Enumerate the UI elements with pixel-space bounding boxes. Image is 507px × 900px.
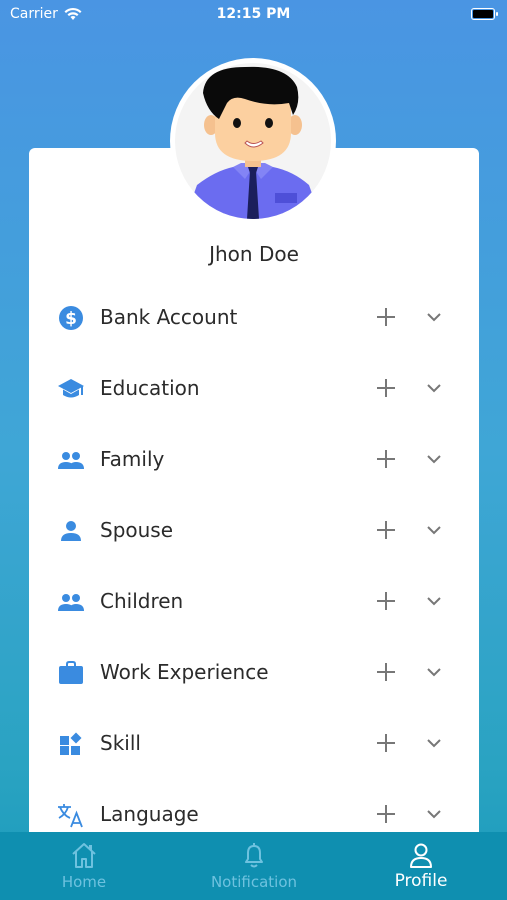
profile-name: Jhon Doe xyxy=(209,242,299,266)
section-label: Bank Account xyxy=(100,305,238,329)
section-row-children[interactable]: Children xyxy=(29,565,479,636)
tab-label: Notification xyxy=(210,873,298,891)
bottom-tab-bar: Home Notification Profile xyxy=(0,832,507,900)
profile-section-list: $ Bank Account Education Family Spouse C… xyxy=(29,281,479,838)
section-label: Family xyxy=(100,447,165,471)
profile-card: Jhon Doe $ Bank Account Education Family xyxy=(29,148,479,838)
people-icon xyxy=(57,588,85,616)
tab-label: Home xyxy=(61,873,107,891)
plus-icon[interactable] xyxy=(375,448,397,470)
plus-icon[interactable] xyxy=(375,519,397,541)
plus-icon[interactable] xyxy=(375,661,397,683)
section-row-education[interactable]: Education xyxy=(29,352,479,423)
tab-home[interactable]: Home xyxy=(34,832,134,900)
chevron-down-icon[interactable] xyxy=(425,379,443,397)
section-label: Work Experience xyxy=(100,660,269,684)
chevron-down-icon[interactable] xyxy=(425,734,443,752)
section-label: Children xyxy=(100,589,184,613)
section-row-skill[interactable]: Skill xyxy=(29,707,479,778)
section-row-family[interactable]: Family xyxy=(29,423,479,494)
section-row-spouse[interactable]: Spouse xyxy=(29,494,479,565)
chevron-down-icon[interactable] xyxy=(425,521,443,539)
section-label: Language xyxy=(100,802,199,826)
status-bar: Carrier 12:15 PM xyxy=(0,0,507,30)
translate-icon xyxy=(57,801,85,829)
chevron-down-icon[interactable] xyxy=(425,663,443,681)
chevron-down-icon[interactable] xyxy=(425,450,443,468)
tab-profile[interactable]: Profile xyxy=(376,832,466,900)
avatar[interactable] xyxy=(170,58,336,224)
chevron-down-icon[interactable] xyxy=(425,805,443,823)
briefcase-icon xyxy=(57,659,85,687)
person-icon xyxy=(57,517,85,545)
section-label: Skill xyxy=(100,731,141,755)
section-label: Education xyxy=(100,376,200,400)
section-label: Spouse xyxy=(100,518,174,542)
section-row-language[interactable]: Language xyxy=(29,778,479,838)
home-icon xyxy=(72,843,96,868)
plus-icon[interactable] xyxy=(375,803,397,825)
battery-icon xyxy=(471,8,498,20)
plus-icon[interactable] xyxy=(375,732,397,754)
chevron-down-icon[interactable] xyxy=(425,592,443,610)
section-row-bank-account[interactable]: $ Bank Account xyxy=(29,281,479,352)
plus-icon[interactable] xyxy=(375,377,397,399)
tab-notification[interactable]: Notification xyxy=(194,832,314,900)
section-row-work-experience[interactable]: Work Experience xyxy=(29,636,479,707)
people-icon xyxy=(57,446,85,474)
svg-text:$: $ xyxy=(65,309,77,329)
graduation-cap-icon xyxy=(57,375,85,403)
tab-label: Profile xyxy=(394,871,448,891)
plus-icon[interactable] xyxy=(375,590,397,612)
chevron-down-icon[interactable] xyxy=(425,308,443,326)
bell-icon xyxy=(245,843,263,868)
avatar-illustration xyxy=(175,63,331,219)
plus-icon[interactable] xyxy=(375,306,397,328)
user-icon xyxy=(410,843,432,868)
dollar-circle-icon: $ xyxy=(57,304,85,332)
status-time: 12:15 PM xyxy=(216,6,291,22)
widgets-icon xyxy=(57,730,85,758)
